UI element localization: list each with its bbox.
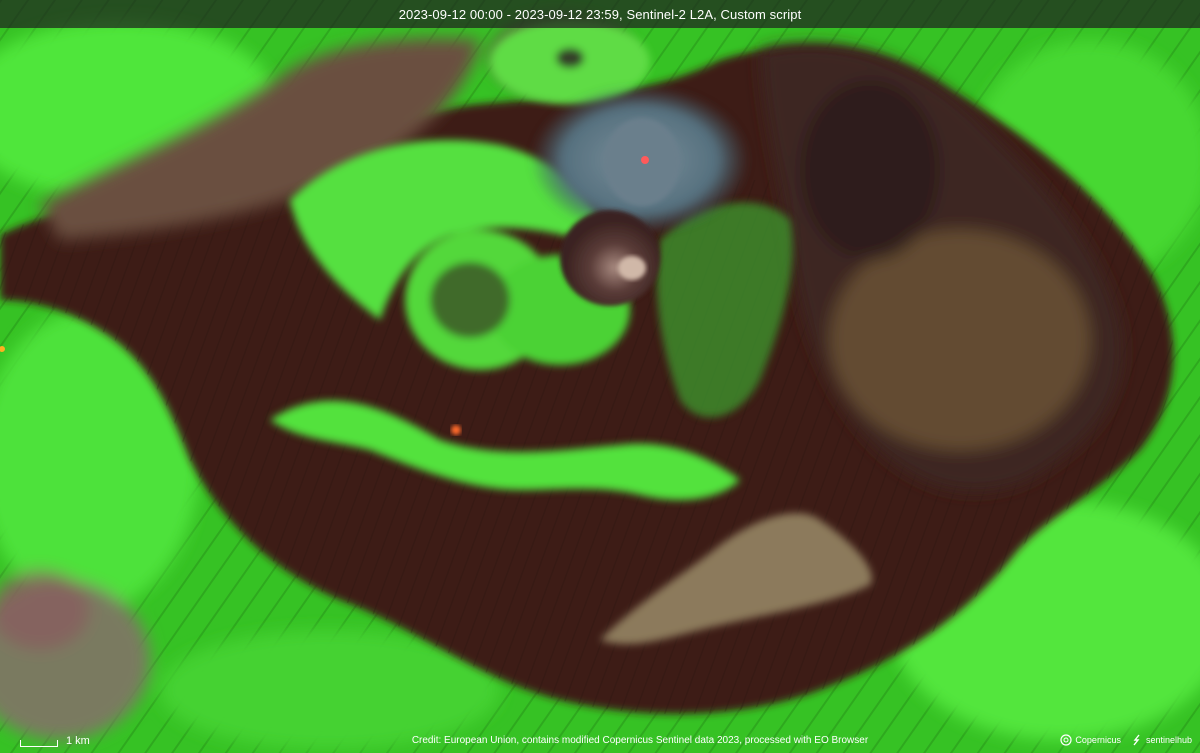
sentinelhub-label: sentinelhub xyxy=(1145,735,1192,745)
image-title: 2023-09-12 00:00 - 2023-09-12 23:59, Sen… xyxy=(398,6,802,22)
credit-text: Credit: European Union, contains modifie… xyxy=(411,735,869,746)
sentinelhub-logo: sentinelhub xyxy=(1131,734,1192,746)
copernicus-logo: Copernicus xyxy=(1060,734,1121,746)
thermal-spot xyxy=(451,425,461,435)
hotspot-marker xyxy=(641,156,649,164)
logo-group: Copernicus sentinelhub xyxy=(1060,732,1192,748)
copernicus-label: Copernicus xyxy=(1075,735,1121,745)
satellite-image[interactable] xyxy=(0,0,1200,753)
central-cone xyxy=(560,210,660,306)
sentinelhub-icon xyxy=(1133,734,1140,746)
blue-crater xyxy=(530,85,750,235)
credit-container: Credit: European Union, contains modifie… xyxy=(0,730,1200,748)
copernicus-icon xyxy=(1060,734,1073,746)
title-bar: 2023-09-12 00:00 - 2023-09-12 23:59, Sen… xyxy=(0,0,1200,28)
